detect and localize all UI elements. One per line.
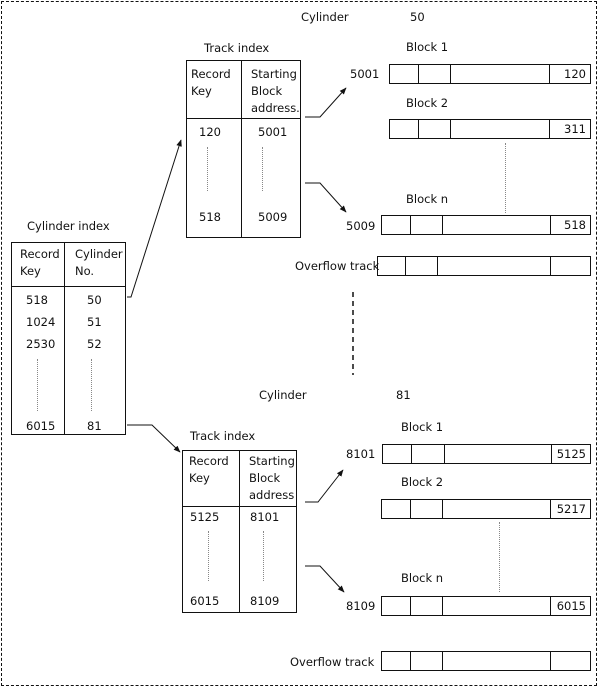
arrow-5001: [305, 87, 347, 118]
arrow-8109: [305, 565, 345, 593]
connector-lines: [127, 87, 354, 593]
arrow-cyl81-to-track-index: [127, 424, 181, 453]
arrow-8101: [305, 469, 344, 503]
arrow-cyl50-to-track-index: [127, 139, 182, 298]
arrow-5009: [305, 182, 347, 213]
